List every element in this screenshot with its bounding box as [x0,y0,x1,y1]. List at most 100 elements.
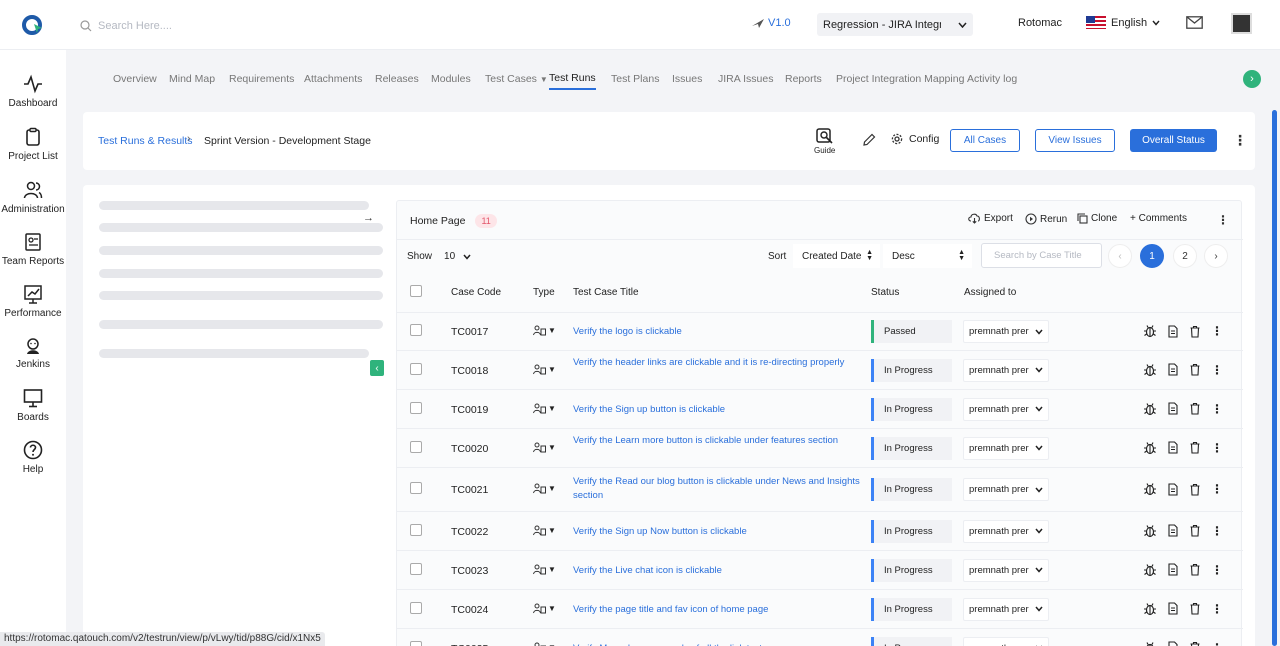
status-badge[interactable]: In Progress [871,558,952,582]
bug-icon[interactable] [1143,402,1157,416]
assignee-select[interactable]: premnath prer [963,320,1049,343]
document-icon[interactable] [1167,524,1179,537]
column-header-case-code[interactable]: Case Code [451,287,501,298]
version-badge[interactable]: V1.0 [752,17,791,29]
select-all-checkbox[interactable] [410,285,422,297]
breadcrumb-root[interactable]: Test Runs & Results [98,135,193,147]
app-logo-icon[interactable] [22,14,44,36]
column-header-status[interactable]: Status [871,287,899,298]
page-scrollbar[interactable] [1272,110,1277,646]
status-badge[interactable]: In Progress [871,597,952,621]
tabs-next-button[interactable]: › [1243,70,1261,88]
status-badge[interactable]: Passed [871,320,952,343]
row-more-icon[interactable]: ⋮ [1211,563,1223,577]
view-issues-button[interactable]: View Issues [1035,129,1115,152]
bug-icon[interactable] [1143,602,1157,616]
trash-icon[interactable] [1189,563,1201,576]
document-icon[interactable] [1167,482,1179,496]
case-type-select[interactable]: ▼ [533,525,556,536]
overall-status-button[interactable]: Overall Status [1130,129,1217,152]
sidebar-item-project-list[interactable]: Project List [0,127,66,162]
tab-project-integration-mapping[interactable]: Project Integration Mapping [836,73,964,85]
sidebar-item-help[interactable]: Help [0,440,66,475]
bug-icon[interactable] [1143,641,1157,646]
case-type-select[interactable]: ▼ [533,603,556,614]
bug-icon[interactable] [1143,563,1157,577]
tab-releases[interactable]: Releases [375,73,419,85]
trash-icon[interactable] [1189,325,1201,338]
document-icon[interactable] [1167,324,1179,338]
row-more-icon[interactable]: ⋮ [1211,602,1223,616]
trash-icon[interactable] [1189,524,1201,537]
next-page-button[interactable]: › [1204,244,1228,268]
trash-icon[interactable] [1189,602,1201,615]
case-type-select[interactable]: ▼ [533,483,556,494]
tab-activity-log[interactable]: Activity log [967,73,1017,85]
tab-reports[interactable]: Reports [785,73,822,85]
tab-overview[interactable]: Overview [113,73,157,85]
row-more-icon[interactable]: ⋮ [1211,324,1223,338]
more-options-icon[interactable]: ⋮ [1233,133,1247,147]
row-more-icon[interactable]: ⋮ [1211,524,1223,538]
page-1-button[interactable]: 1 [1140,244,1164,268]
assignee-select[interactable]: premnath prer [963,597,1049,621]
case-title-link[interactable]: Verify the Live chat icon is clickable [573,564,863,578]
status-badge[interactable]: In Progress [871,358,952,382]
case-type-select[interactable]: ▼ [533,364,556,375]
search-input[interactable]: Search Here.... [98,20,172,32]
tab-issues[interactable]: Issues [672,73,702,85]
assignee-select[interactable]: premnath prer [963,519,1049,543]
tab-mind-map[interactable]: Mind Map [169,73,215,85]
row-more-icon[interactable]: ⋮ [1211,482,1223,496]
config-button[interactable]: Config [891,133,939,145]
assignee-select[interactable]: premnath prer [963,558,1049,582]
rerun-button[interactable]: Rerun [1025,213,1067,225]
status-badge[interactable]: In Progress [871,519,952,543]
case-title-link[interactable]: Verify the Sign up Now button is clickab… [573,525,863,539]
export-button[interactable]: Export [968,213,1013,224]
trash-icon[interactable] [1189,441,1201,454]
tab-jira-issues[interactable]: JIRA Issues [718,73,773,85]
case-type-select[interactable]: ▼ [533,403,556,414]
case-title-link[interactable]: Verify the Learn more button is clickabl… [573,434,863,448]
document-icon[interactable] [1167,441,1179,454]
row-checkbox[interactable] [410,523,422,536]
sort-field-select[interactable]: Created Date ▲ ▼ [793,244,880,268]
bug-icon[interactable] [1143,363,1157,377]
tab-test-plans[interactable]: Test Plans [611,73,659,85]
status-badge[interactable]: In Progress [871,636,952,646]
sidebar-item-boards[interactable]: Boards [0,388,66,423]
document-icon[interactable] [1167,641,1179,646]
prev-page-button[interactable]: ‹ [1108,244,1132,268]
tab-test-cases[interactable]: Test Cases ▼ [485,73,548,85]
bug-icon[interactable] [1143,524,1157,538]
row-checkbox[interactable] [410,562,422,575]
status-badge[interactable]: In Progress [871,478,952,501]
clone-button[interactable]: Clone [1077,213,1117,224]
bug-icon[interactable] [1143,482,1157,496]
row-checkbox[interactable] [410,324,422,336]
all-cases-button[interactable]: All Cases [950,129,1020,152]
status-badge[interactable]: In Progress [871,397,952,421]
tab-test-runs[interactable]: Test Runs [549,72,596,90]
language-select[interactable]: English [1086,16,1160,29]
status-badge[interactable]: In Progress [871,436,952,460]
comments-button[interactable]: + Comments [1130,213,1187,224]
document-icon[interactable] [1167,563,1179,576]
trash-icon[interactable] [1189,641,1201,646]
row-checkbox[interactable] [410,601,422,614]
trash-icon[interactable] [1189,363,1201,376]
panel-more-icon[interactable]: ⋮ [1217,214,1229,226]
document-icon[interactable] [1167,402,1179,415]
row-more-icon[interactable]: ⋮ [1211,441,1223,455]
assignee-select[interactable]: premnath prer [963,397,1049,421]
user-avatar[interactable] [1231,13,1252,34]
row-checkbox[interactable] [410,640,422,646]
case-type-select[interactable]: ▼ [533,642,556,646]
row-checkbox[interactable] [410,440,422,453]
tab-requirements[interactable]: Requirements [229,73,294,85]
case-title-link[interactable]: Verify the Sign up button is clickable [573,403,863,417]
case-title-link[interactable]: Verify the Read our blog button is click… [573,475,863,503]
project-select[interactable]: Regression - JIRA Integration [817,13,973,36]
trash-icon[interactable] [1189,402,1201,415]
